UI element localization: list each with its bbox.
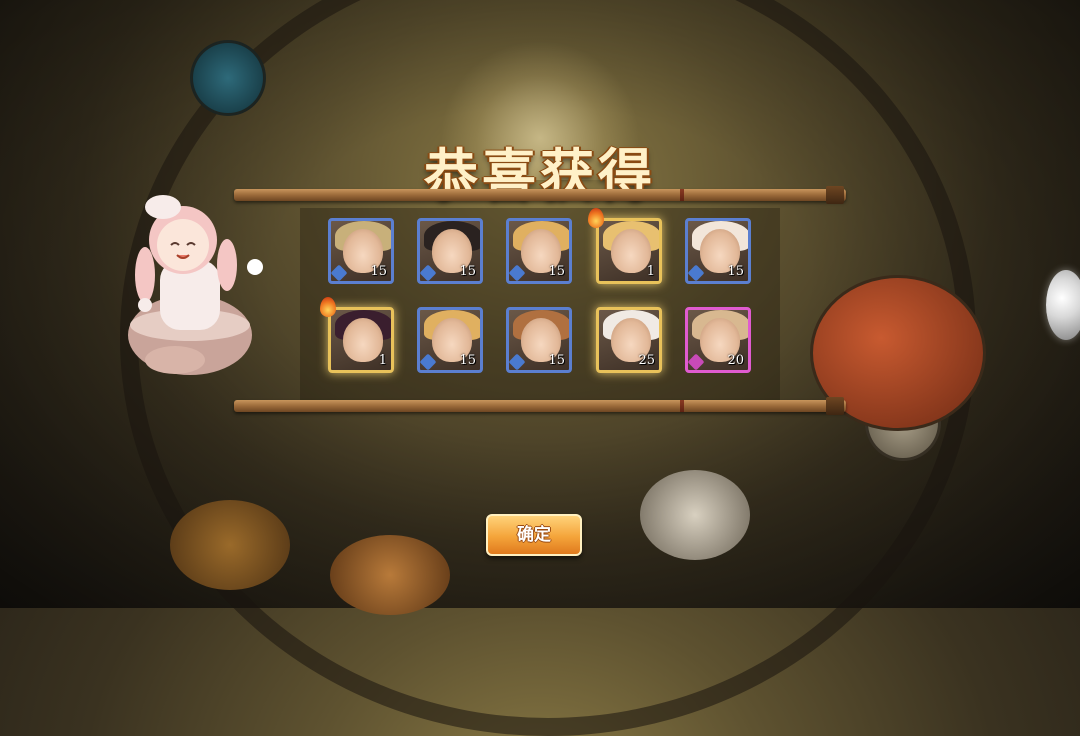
fire-icon [320,297,336,317]
reward-count: 15 [459,264,476,279]
puzzle-piece-icon [509,353,526,370]
reward-item[interactable]: 15 [328,218,394,284]
reward-count: 15 [727,264,744,279]
puzzle-piece-icon [688,353,705,370]
reward-item[interactable]: 1 [596,218,662,284]
reward-item[interactable]: 20 [685,307,751,373]
puzzle-piece-icon [420,264,437,281]
dumpling-decoration [640,470,750,560]
reward-count: 20 [727,353,744,368]
reward-item[interactable]: 1 [328,307,394,373]
pumpkin-decoration [170,500,290,590]
reward-item[interactable]: 15 [417,218,483,284]
reward-item[interactable]: 15 [685,218,751,284]
confirm-button[interactable]: 确定 [486,514,582,556]
reward-item[interactable]: 25 [596,307,662,373]
reward-count: 15 [548,353,565,368]
reward-count: 25 [638,353,655,368]
top-chopstick-divider [234,186,846,204]
puzzle-piece-icon [331,264,348,281]
reward-item[interactable]: 15 [417,307,483,373]
mascot-character [128,195,263,375]
puzzle-piece-icon [688,264,705,281]
puzzle-piece-icon [420,353,437,370]
reward-item[interactable]: 15 [506,218,572,284]
reward-count: 1 [646,264,655,279]
fire-icon [588,208,604,228]
side-orb-button[interactable] [1046,270,1080,340]
reward-count: 1 [378,353,387,368]
reward-item[interactable]: 15 [506,307,572,373]
puzzle-piece-icon [509,264,526,281]
reward-count: 15 [370,264,387,279]
bottom-chopstick-divider [234,397,846,415]
reward-count: 15 [548,264,565,279]
lantern-decoration [190,40,266,116]
roast-chicken-decoration [330,535,450,615]
reward-count: 15 [459,353,476,368]
